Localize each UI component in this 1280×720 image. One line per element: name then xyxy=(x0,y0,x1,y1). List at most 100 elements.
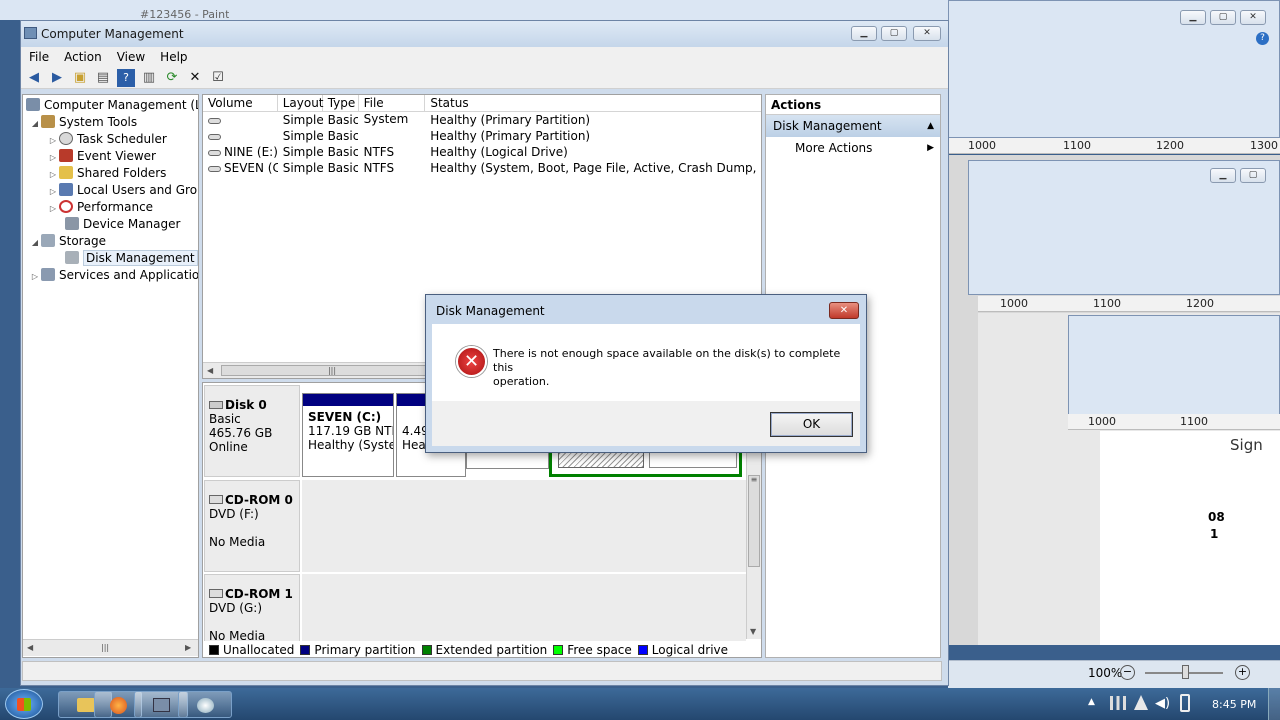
cd-drive-icon xyxy=(209,495,223,504)
cdrom0-row[interactable]: CD-ROM 0 DVD (F:) No Media xyxy=(204,480,300,572)
forward-arrow-icon[interactable]: ▶ xyxy=(48,69,66,87)
battery-icon[interactable] xyxy=(1180,694,1190,712)
collapse-arrow-icon[interactable]: ◢ xyxy=(29,115,41,132)
close-button[interactable]: ✕ xyxy=(913,26,941,41)
title-bar: Computer Management ▁ ▢ ✕ xyxy=(21,21,948,47)
partition-c[interactable]: SEVEN (C:)117.19 GB NTFSHealthy (System xyxy=(302,393,394,477)
paint-title: #123456 - Paint xyxy=(140,8,230,20)
expand-arrow-icon[interactable]: ▷ xyxy=(47,132,59,149)
collapse-arrow-icon[interactable]: ◢ xyxy=(29,234,41,251)
disk0-label-box[interactable]: Disk 0 Basic 465.76 GB Online xyxy=(204,385,300,477)
zoom-in-icon[interactable]: + xyxy=(1235,665,1250,680)
tree-item-storage[interactable]: ◢ Storage xyxy=(23,233,198,250)
menu-view[interactable]: View xyxy=(117,50,145,64)
zoom-out-icon[interactable]: − xyxy=(1120,665,1135,680)
computer-icon xyxy=(26,98,40,111)
windows-logo-icon xyxy=(17,698,31,711)
show-hide-tree-icon[interactable]: ▤ xyxy=(94,69,112,87)
table-row[interactable]: Simple Basic Healthy (Primary Partition) xyxy=(203,112,761,128)
refresh-icon[interactable]: ⟳ xyxy=(163,69,181,87)
tree-item-local-users[interactable]: ▷Local Users and Groups xyxy=(23,182,198,199)
dialog-close-button[interactable]: ✕ xyxy=(829,302,859,319)
paint-icon xyxy=(197,698,214,713)
column-type[interactable]: Type xyxy=(323,95,359,111)
expand-arrow-icon[interactable]: ▷ xyxy=(29,268,41,285)
volume-icon[interactable]: ◀) xyxy=(1155,696,1170,711)
clock[interactable]: 8:45 PM xyxy=(1212,698,1256,711)
legend-swatch xyxy=(421,644,432,655)
menu-bar: File Action View Help xyxy=(21,47,948,67)
expand-arrow-icon[interactable]: ▷ xyxy=(47,200,59,217)
action-center-icon[interactable] xyxy=(1134,695,1148,710)
tree-root[interactable]: Computer Management (Local xyxy=(23,97,198,114)
menu-help[interactable]: Help xyxy=(160,50,187,64)
tree-item-services[interactable]: ▷ Services and Applications xyxy=(23,267,198,284)
zoom-level: 100% xyxy=(1088,666,1123,680)
drive-icon xyxy=(208,134,221,140)
collapse-icon[interactable]: ▲ xyxy=(927,115,934,137)
more-actions-item[interactable]: More Actions ▶ xyxy=(766,137,940,159)
maximize-button[interactable]: ▢ xyxy=(881,26,907,41)
background-text-1: 1 xyxy=(1210,527,1219,541)
toolbar: ◀ ▶ ▣ ▤ ? ▥ ⟳ ✕ ☑ xyxy=(21,67,948,89)
bg2-maximize-button[interactable]: ▢ xyxy=(1240,168,1266,183)
legend-swatch xyxy=(300,644,311,655)
column-layout[interactable]: Layout xyxy=(278,95,324,111)
bg-close-button[interactable]: ✕ xyxy=(1240,10,1266,25)
disk0-size: 465.76 GB xyxy=(209,426,273,440)
performance-icon xyxy=(59,200,73,213)
zoom-slider-thumb[interactable] xyxy=(1182,665,1189,679)
expand-arrow-icon[interactable]: ▷ xyxy=(47,149,59,166)
disk-icon xyxy=(209,401,223,409)
network-icon[interactable] xyxy=(1110,696,1126,710)
disk-legend: Unallocated Primary partition Extended p… xyxy=(203,641,761,657)
properties-icon[interactable]: ▥ xyxy=(140,69,158,87)
tree-item-event-viewer[interactable]: ▷ Event Viewer xyxy=(23,148,198,165)
taskbar-paint[interactable] xyxy=(178,691,232,718)
scrollbar-thumb[interactable]: ||| xyxy=(221,365,443,376)
ok-button[interactable]: OK xyxy=(770,412,853,437)
menu-file[interactable]: File xyxy=(29,50,49,64)
background-ruler-3: 1000 1100 xyxy=(1068,414,1280,430)
background-ruler-2: 1000 1100 1200 xyxy=(978,296,1280,312)
delete-icon[interactable]: ✕ xyxy=(186,69,204,87)
tree-item-task-scheduler[interactable]: ▷ Task Scheduler xyxy=(23,131,198,148)
cdrom1-row[interactable]: CD-ROM 1 DVD (G:) No Media xyxy=(204,574,300,644)
storage-icon xyxy=(41,234,55,247)
scrollbar-thumb[interactable]: ≡ xyxy=(748,475,760,567)
help-icon[interactable]: ? xyxy=(1256,32,1269,45)
legend-swatch xyxy=(553,644,564,655)
tree-item-system-tools[interactable]: ◢ System Tools xyxy=(23,114,198,131)
actions-section-disk-management[interactable]: Disk Management ▲ xyxy=(766,115,940,137)
menu-action[interactable]: Action xyxy=(64,50,102,64)
clock-icon xyxy=(59,132,73,145)
volume-list-header: Volume Layout Type File System Status xyxy=(203,95,761,126)
tree-item-performance[interactable]: ▷ Performance xyxy=(23,199,198,216)
table-row[interactable]: SEVEN (C:)SimpleBasicNTFSHealthy (System… xyxy=(203,160,761,176)
show-desktop-button[interactable] xyxy=(1268,688,1280,720)
column-status[interactable]: Status xyxy=(425,95,761,111)
checklist-icon[interactable]: ☑ xyxy=(209,69,227,87)
column-volume[interactable]: Volume xyxy=(203,95,278,111)
bg-maximize-button[interactable]: ▢ xyxy=(1210,10,1236,25)
device-manager-icon xyxy=(65,217,79,230)
expand-arrow-icon[interactable]: ▷ xyxy=(47,183,59,200)
tree-item-device-manager[interactable]: Device Manager xyxy=(23,216,198,233)
column-file-system[interactable]: File System xyxy=(359,95,426,126)
tray-show-hidden-icon[interactable]: ▲ xyxy=(1088,697,1095,707)
tree-horizontal-scrollbar[interactable]: ◀ ||| ▶ xyxy=(23,639,198,656)
up-folder-icon[interactable]: ▣ xyxy=(71,69,89,87)
tree-item-disk-management[interactable]: Disk Management xyxy=(23,250,198,267)
tree-item-shared-folders[interactable]: ▷ Shared Folders xyxy=(23,165,198,182)
table-row[interactable]: NINE (E:) Simple Basic NTFS Healthy (Logical… xyxy=(203,144,761,160)
expand-arrow-icon[interactable]: ▷ xyxy=(47,166,59,183)
table-row[interactable]: Simple Basic Healthy (Primary Partition) xyxy=(203,128,761,144)
submenu-arrow-icon: ▶ xyxy=(927,143,934,153)
back-arrow-icon[interactable]: ◀ xyxy=(25,69,43,87)
bg2-minimize-button[interactable]: ▁ xyxy=(1210,168,1236,183)
help-toolbar-icon[interactable]: ? xyxy=(117,68,135,87)
bg-minimize-button[interactable]: ▁ xyxy=(1180,10,1206,25)
shared-folder-icon xyxy=(59,166,73,179)
minimize-button[interactable]: ▁ xyxy=(851,26,877,41)
start-button[interactable] xyxy=(5,689,43,719)
